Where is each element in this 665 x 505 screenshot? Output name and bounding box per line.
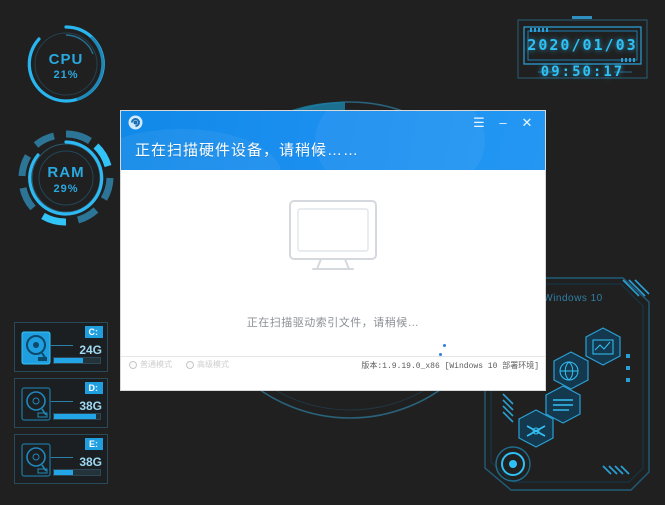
- clock-time: 09:50:17: [540, 64, 625, 80]
- disk-letter: C:: [84, 326, 103, 338]
- window-controls: ☰ – ✕: [467, 113, 539, 131]
- cpu-gauge-label: CPU: [48, 51, 84, 68]
- mode-radio-normal[interactable]: 普通模式: [129, 359, 172, 370]
- dialog-body: 正在扫描驱动索引文件，请稍候… 普通模式 高级模式 版本:1.9.19.0_x8…: [121, 170, 545, 373]
- disk-connector-line: [51, 457, 73, 458]
- cpu-gauge-value: 21%: [53, 69, 79, 81]
- ram-gauge-value: 29%: [53, 183, 79, 195]
- disk-size: 38G: [79, 399, 102, 413]
- disk-size: 24G: [79, 343, 102, 357]
- disk-card-c[interactable]: C: 24G: [14, 322, 108, 372]
- hdd-icon: [21, 443, 51, 477]
- dialog-title: 正在扫描硬件设备，请稍候……: [135, 142, 360, 159]
- minimize-button[interactable]: –: [491, 113, 515, 131]
- radio-circle-icon: [186, 360, 194, 369]
- disk-usage-bar: [53, 413, 101, 420]
- scan-dialog-window: 正在扫描硬件设备，请稍候…… ☰ – ✕ 正在扫描驱动索引文件，请稍候… 普通模…: [121, 111, 545, 390]
- menu-button[interactable]: ☰: [467, 113, 491, 131]
- ram-gauge-label: RAM: [47, 164, 85, 181]
- version-text: 版本:1.9.19.0_x86 [Windows 10 部署环境]: [361, 362, 539, 371]
- mode-radio-advanced[interactable]: 高级模式: [186, 359, 229, 370]
- dialog-titlebar[interactable]: 正在扫描硬件设备，请稍候…… ☰ – ✕: [121, 111, 545, 170]
- dialog-footer: 普通模式 高级模式 版本:1.9.19.0_x86 [Windows 10 部署…: [121, 356, 545, 373]
- mode-radio-advanced-label: 高级模式: [197, 360, 229, 369]
- radio-circle-icon: [129, 360, 137, 369]
- mode-radio-normal-label: 普通模式: [140, 360, 172, 369]
- monitor-icon: [289, 200, 377, 270]
- disk-letter: E:: [85, 438, 103, 450]
- clock-date: 2020/01/03: [527, 36, 638, 54]
- disk-card-d[interactable]: D: 38G: [14, 378, 108, 428]
- disk-usage-bar: [53, 469, 101, 476]
- disk-connector-line: [51, 401, 73, 402]
- hdd-icon: [21, 331, 51, 365]
- desktop-root: CPU 21% RAM 29% 2020/01/03 09:50:17 C: 2…: [0, 0, 665, 505]
- disk-connector-line: [51, 345, 73, 346]
- close-button[interactable]: ✕: [515, 113, 539, 131]
- clock-widget: 2020/01/03 09:50:17: [510, 14, 655, 86]
- scan-status-text: 正在扫描驱动索引文件，请稍候…: [246, 317, 420, 329]
- ram-gauge: RAM 29%: [16, 128, 116, 228]
- app-icon: [128, 115, 143, 130]
- disk-size: 38G: [79, 455, 102, 469]
- disk-usage-bar: [53, 357, 101, 364]
- disk-letter: D:: [84, 382, 103, 394]
- mode-radio-group: 普通模式 高级模式: [129, 359, 229, 370]
- hdd-icon: [21, 387, 51, 421]
- cpu-gauge: CPU 21%: [20, 18, 112, 110]
- disk-card-e[interactable]: E: 38G: [14, 434, 108, 484]
